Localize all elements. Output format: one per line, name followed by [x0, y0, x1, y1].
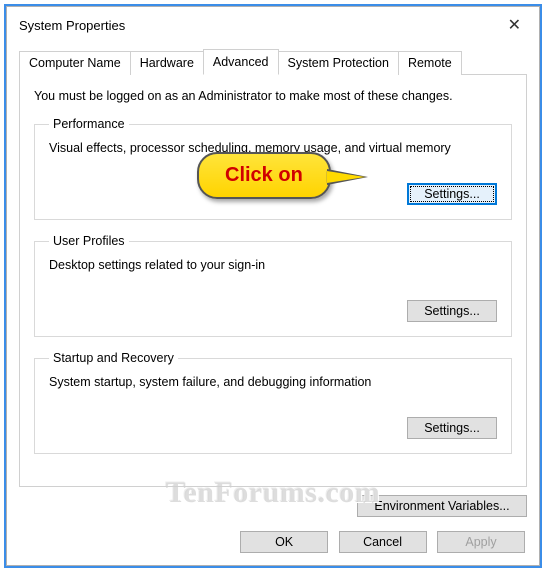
group-user-profiles: User Profiles Desktop settings related t…	[34, 234, 512, 337]
tab-computer-name[interactable]: Computer Name	[19, 51, 131, 75]
group-startup-recovery: Startup and Recovery System startup, sys…	[34, 351, 512, 454]
group-startup-desc: System startup, system failure, and debu…	[49, 375, 497, 389]
tab-strip: Computer Name Hardware Advanced System P…	[19, 51, 527, 75]
tab-system-protection[interactable]: System Protection	[278, 51, 399, 75]
tab-remote[interactable]: Remote	[398, 51, 462, 75]
tab-hardware[interactable]: Hardware	[130, 51, 204, 75]
startup-settings-button[interactable]: Settings...	[407, 417, 497, 439]
tab-advanced[interactable]: Advanced	[203, 49, 279, 75]
system-properties-dialog: System Properties ✕ Computer Name Hardwa…	[6, 6, 540, 566]
group-user-profiles-legend: User Profiles	[49, 234, 129, 248]
tab-panel-advanced: You must be logged on as an Administrato…	[19, 74, 527, 487]
user-profiles-settings-button[interactable]: Settings...	[407, 300, 497, 322]
group-performance: Performance Visual effects, processor sc…	[34, 117, 512, 220]
close-icon[interactable]: ✕	[502, 15, 527, 35]
admin-hint: You must be logged on as an Administrato…	[34, 89, 512, 103]
dialog-buttons: OK Cancel Apply	[7, 531, 539, 565]
ok-button[interactable]: OK	[240, 531, 328, 553]
group-performance-desc: Visual effects, processor scheduling, me…	[49, 141, 497, 155]
window-title: System Properties	[19, 18, 125, 33]
group-user-profiles-desc: Desktop settings related to your sign-in	[49, 258, 497, 272]
group-performance-legend: Performance	[49, 117, 129, 131]
titlebar: System Properties ✕	[7, 7, 539, 43]
group-startup-legend: Startup and Recovery	[49, 351, 178, 365]
performance-settings-button[interactable]: Settings...	[407, 183, 497, 205]
apply-button[interactable]: Apply	[437, 531, 525, 553]
cancel-button[interactable]: Cancel	[339, 531, 427, 553]
environment-variables-button[interactable]: Environment Variables...	[357, 495, 527, 517]
